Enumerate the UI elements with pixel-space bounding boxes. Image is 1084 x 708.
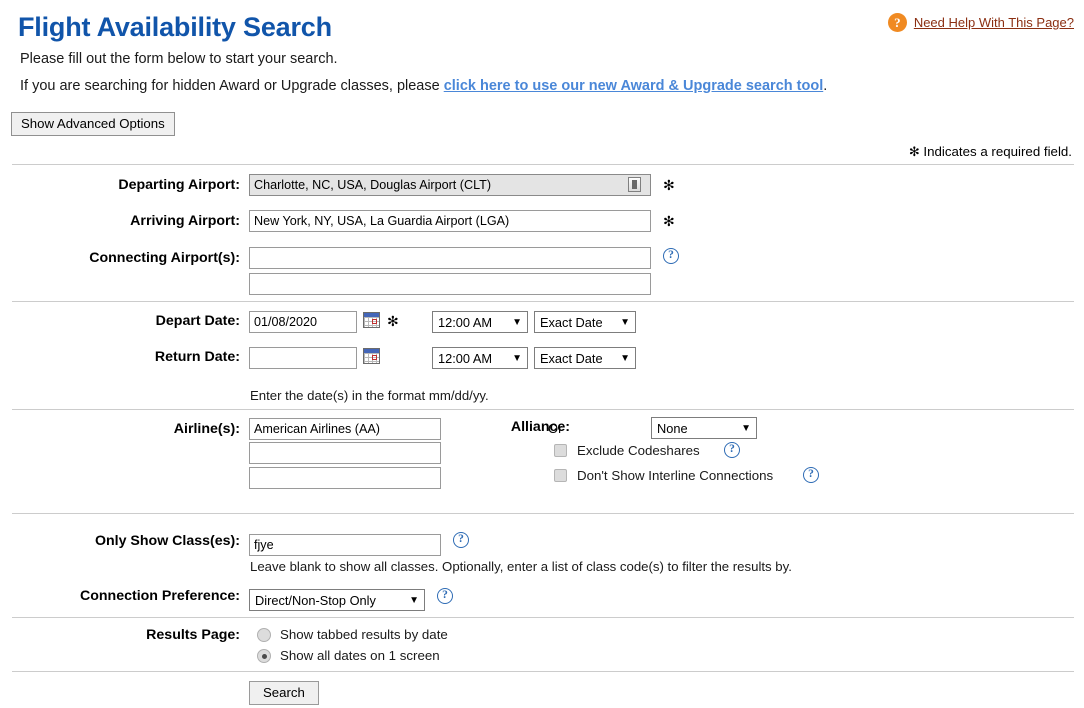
- chevron-down-icon: ▼: [620, 353, 630, 364]
- required-note-text: Indicates a required field.: [920, 144, 1072, 159]
- depart-date-input[interactable]: [249, 311, 357, 333]
- only-show-classes-help-icon[interactable]: ?: [453, 532, 469, 548]
- connecting-airports-help-icon[interactable]: ?: [663, 248, 679, 264]
- depart-date-label: Depart Date:: [0, 313, 240, 329]
- intro-line-2-suffix: .: [823, 78, 827, 94]
- intro-line-2-prefix: If you are searching for hidden Award or…: [20, 78, 444, 94]
- required-field-note: ✻ Indicates a required field.: [909, 144, 1072, 160]
- required-star-icon: ✻: [909, 144, 920, 159]
- arriving-airport-input[interactable]: [249, 210, 651, 232]
- connecting-airport-input-1[interactable]: [249, 247, 651, 269]
- exclude-codeshares-checkbox[interactable]: [554, 444, 567, 457]
- chevron-down-icon: ▼: [409, 595, 419, 606]
- only-show-classes-label: Only Show Class(es):: [0, 533, 240, 549]
- airline-input-3[interactable]: [249, 467, 441, 489]
- results-tabbed-radio[interactable]: [257, 628, 271, 642]
- intro-line-2: If you are searching for hidden Award or…: [20, 78, 827, 94]
- need-help-area[interactable]: ? Need Help With This Page?: [888, 13, 1074, 32]
- divider-2: [12, 301, 1074, 302]
- departing-airport-input[interactable]: [249, 174, 651, 196]
- divider-1: [12, 164, 1074, 165]
- return-exactness-select[interactable]: Exact Date ▼: [534, 347, 636, 369]
- airport-picker-icon[interactable]: [628, 177, 641, 192]
- connection-preference-select[interactable]: Direct/Non-Stop Only ▼: [249, 589, 425, 611]
- alliance-label: Alliance:: [330, 419, 570, 435]
- results-tabbed-label[interactable]: Show tabbed results by date: [280, 627, 448, 642]
- return-date-label: Return Date:: [0, 349, 240, 365]
- no-interline-help-icon[interactable]: ?: [803, 467, 819, 483]
- calendar-icon-return[interactable]: [363, 348, 380, 364]
- depart-time-select[interactable]: 12:00 AM ▼: [432, 311, 528, 333]
- exclude-codeshares-label[interactable]: Exclude Codeshares: [577, 443, 700, 458]
- need-help-link[interactable]: Need Help With This Page?: [914, 15, 1074, 30]
- only-show-classes-input[interactable]: [249, 534, 441, 556]
- classes-note: Leave blank to show all classes. Optiona…: [250, 559, 792, 574]
- search-button[interactable]: Search: [249, 681, 319, 705]
- no-interline-checkbox[interactable]: [554, 469, 567, 482]
- connecting-airports-label: Connecting Airport(s):: [0, 250, 240, 266]
- calendar-icon-depart[interactable]: [363, 312, 380, 328]
- results-page-label: Results Page:: [0, 627, 240, 643]
- departing-airport-label: Departing Airport:: [0, 177, 240, 193]
- chevron-down-icon: ▼: [512, 317, 522, 328]
- results-all-label[interactable]: Show all dates on 1 screen: [280, 648, 440, 663]
- exclude-codeshares-help-icon[interactable]: ?: [724, 442, 740, 458]
- departing-required-star-icon: ✻: [663, 178, 675, 192]
- return-time-select[interactable]: 12:00 AM ▼: [432, 347, 528, 369]
- airline-input-2[interactable]: [249, 442, 441, 464]
- depart-time-value: 12:00 AM: [438, 315, 506, 330]
- arriving-required-star-icon: ✻: [663, 214, 675, 228]
- page-title: Flight Availability Search: [18, 12, 332, 43]
- arriving-airport-label: Arriving Airport:: [0, 213, 240, 229]
- depart-date-required-star-icon: ✻: [387, 314, 399, 328]
- connection-preference-value: Direct/Non-Stop Only: [255, 593, 403, 608]
- depart-exactness-select[interactable]: Exact Date ▼: [534, 311, 636, 333]
- return-time-value: 12:00 AM: [438, 351, 506, 366]
- award-upgrade-search-link[interactable]: click here to use our new Award & Upgrad…: [444, 78, 824, 94]
- connection-preference-help-icon[interactable]: ?: [437, 588, 453, 604]
- divider-5: [12, 617, 1074, 618]
- date-format-note: Enter the date(s) in the format mm/dd/yy…: [250, 388, 489, 403]
- show-advanced-options-button[interactable]: Show Advanced Options: [11, 112, 175, 136]
- alliance-value: None: [657, 421, 735, 436]
- no-interline-label[interactable]: Don't Show Interline Connections: [577, 468, 773, 483]
- intro-line-1: Please fill out the form below to start …: [20, 51, 338, 67]
- divider-6: [12, 671, 1074, 672]
- chevron-down-icon: ▼: [741, 423, 751, 434]
- divider-3: [12, 409, 1074, 410]
- chevron-down-icon: ▼: [620, 317, 630, 328]
- divider-4: [12, 513, 1074, 514]
- chevron-down-icon: ▼: [512, 353, 522, 364]
- connecting-airport-input-2[interactable]: [249, 273, 651, 295]
- connection-preference-label: Connection Preference:: [0, 588, 240, 604]
- return-date-input[interactable]: [249, 347, 357, 369]
- alliance-select[interactable]: None ▼: [651, 417, 757, 439]
- return-exactness-value: Exact Date: [540, 351, 614, 366]
- depart-exactness-value: Exact Date: [540, 315, 614, 330]
- results-all-radio[interactable]: [257, 649, 271, 663]
- question-mark-circle-icon: ?: [888, 13, 907, 32]
- airlines-label: Airline(s):: [0, 421, 240, 437]
